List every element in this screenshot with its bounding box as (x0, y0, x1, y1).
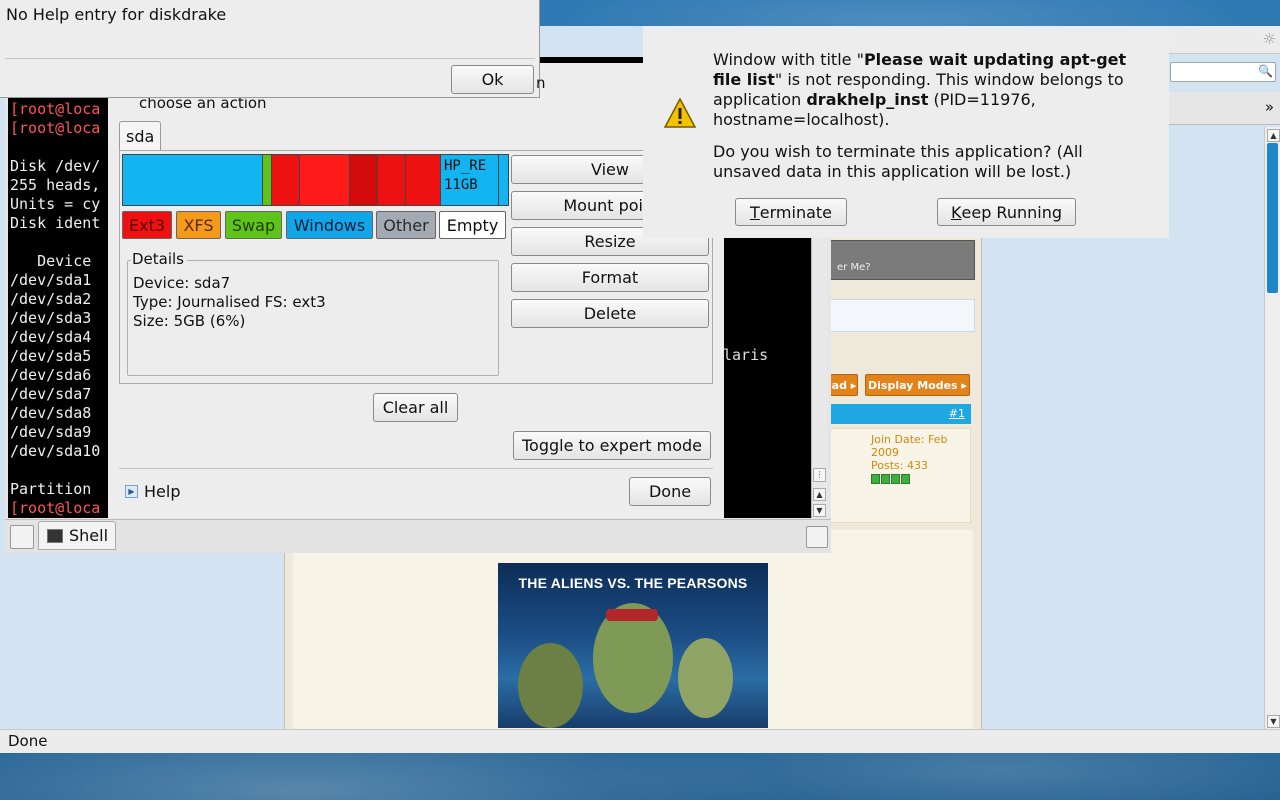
movie-poster-image: THE ALIENS VS. THE PEARSONS (498, 563, 768, 728)
partition-label: HP_RE 11GB (444, 158, 487, 193)
mount-point-button[interactable]: Mount poi (511, 191, 643, 220)
help-message: No Help entry for diskdrake (6, 5, 227, 24)
search-icon[interactable]: 🔍 (1258, 64, 1273, 78)
terminate-button[interactable]: Terminate (735, 198, 847, 226)
partition-sda6[interactable] (349, 154, 379, 206)
new-tab-icon[interactable] (10, 525, 34, 549)
terminate-question: Do you wish to terminate this applicatio… (713, 142, 1083, 181)
post-user-info: Join Date: Feb 2009 Posts: 433 (830, 428, 971, 523)
terminal-icon (47, 528, 63, 543)
not-responding-message: Window with title "Please wait updating … (713, 50, 1127, 129)
help-expander[interactable]: ▶ Help (125, 482, 180, 501)
legend-swap: Swap (225, 211, 282, 239)
expand-arrow-icon: ▶ (125, 485, 138, 498)
clear-all-button[interactable]: Clear all (373, 393, 458, 422)
terminal-resize-grip-icon[interactable]: ⋮ (813, 468, 826, 482)
display-modes-button[interactable]: Display Modes ▸ (865, 374, 970, 396)
partition-sda10[interactable] (498, 154, 509, 206)
tab-shell-label: Shell (69, 526, 109, 545)
warning-icon (664, 98, 696, 128)
tab-sda[interactable]: sda (119, 121, 161, 151)
browser-toolbar: ☼ (1168, 26, 1280, 54)
terminal-scroll-up-icon[interactable]: ▲ (813, 488, 826, 501)
post-count: Posts: 433 (871, 459, 928, 472)
scroll-up-icon[interactable]: ▲ (1267, 129, 1280, 142)
terminal-fragment: laris (723, 346, 769, 364)
promo-banner[interactable]: er Me? (830, 240, 975, 280)
separator (5, 58, 535, 59)
detail-size: Size: 5GB (6%) (133, 312, 246, 330)
detail-type: Type: Journalised FS: ext3 (133, 293, 326, 311)
post-header: #1 (830, 404, 971, 424)
browser-scrollbar[interactable]: ▲ ▼ (1264, 127, 1280, 729)
legend-ext3: Ext3 (122, 211, 172, 239)
poster-title: THE ALIENS VS. THE PEARSONS (518, 575, 748, 591)
scroll-thumb[interactable] (1267, 143, 1278, 293)
scroll-down-icon[interactable]: ▼ (1267, 715, 1280, 728)
format-button[interactable]: Format (511, 263, 709, 292)
terminal-output-right: laris (723, 238, 811, 518)
details-title: Details (131, 250, 188, 268)
legend-empty: Empty (439, 211, 506, 239)
app-name: drakhelp_inst (806, 90, 929, 109)
gear-icon[interactable]: ☼ (1263, 30, 1276, 48)
terminal-scroll-down-icon[interactable]: ▼ (813, 504, 826, 517)
tab-shell[interactable]: Shell (38, 521, 116, 550)
browser-tab-bar: » (1168, 92, 1280, 125)
delete-button[interactable]: Delete (511, 299, 709, 328)
promo-text: er Me? (837, 262, 871, 273)
detail-device: Device: sda7 (133, 274, 231, 292)
legend-other: Other (376, 211, 436, 239)
partition-sda8[interactable] (405, 154, 442, 206)
join-date: Join Date: Feb 2009 (871, 433, 948, 459)
web-info-bar (830, 299, 975, 332)
post-number-link[interactable]: #1 (949, 407, 965, 420)
reputation-icon (871, 474, 970, 484)
partition-sda3[interactable] (271, 154, 301, 206)
thread-tools-button[interactable]: ad ▸ (830, 374, 858, 396)
partition-sda7[interactable] (377, 154, 407, 206)
done-button[interactable]: Done (629, 477, 711, 506)
ok-button[interactable]: Ok (451, 65, 534, 94)
toggle-expert-mode-button[interactable]: Toggle to expert mode (513, 431, 711, 460)
browser-status-bar: Done (0, 729, 1280, 753)
konsole-tab-bar (5, 519, 831, 553)
keep-running-button[interactable]: Keep Running (937, 198, 1076, 226)
partition-sda9[interactable]: HP_RE 11GB (440, 154, 500, 206)
tabs-overflow-chevron-icon[interactable]: » (1265, 98, 1274, 116)
partition-sda5[interactable] (299, 154, 351, 206)
window-edge (540, 57, 643, 63)
legend-windows: Windows (286, 211, 373, 239)
partition-sda1[interactable] (122, 154, 264, 206)
background-text-fragment: n (536, 74, 546, 92)
close-tab-icon[interactable] (806, 526, 828, 548)
legend-xfs: XFS (176, 211, 221, 239)
separator (119, 468, 713, 469)
help-label: Help (144, 482, 181, 501)
browser-search-input[interactable]: 🔍 (1170, 62, 1276, 82)
